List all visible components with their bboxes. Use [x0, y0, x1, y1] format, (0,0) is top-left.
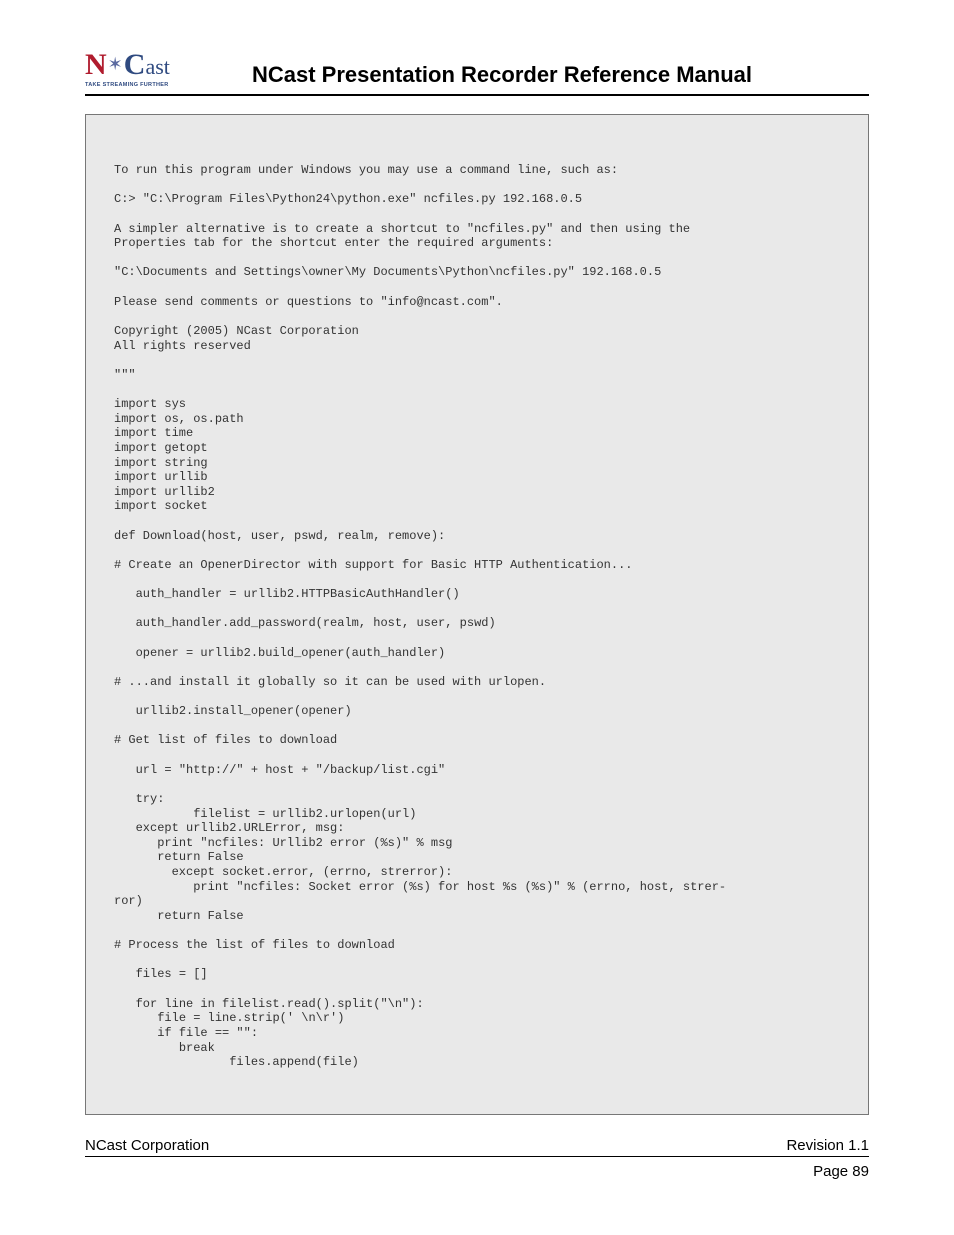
footer-revision: Revision 1.1: [786, 1137, 869, 1154]
logo-letters-ast: ast: [145, 56, 169, 78]
page-title: NCast Presentation Recorder Reference Ma…: [175, 62, 869, 88]
ncast-logo: N ✶ C ast TAKE STREAMING FURTHER: [85, 50, 175, 88]
page-header: N ✶ C ast TAKE STREAMING FURTHER NCast P…: [85, 50, 869, 96]
logo-letter-n: N: [85, 50, 107, 80]
footer-company: NCast Corporation: [85, 1137, 209, 1154]
logo-letter-c: C: [124, 50, 146, 80]
document-page: N ✶ C ast TAKE STREAMING FURTHER NCast P…: [0, 0, 954, 1210]
footer-page-number: Page 89: [85, 1163, 869, 1180]
logo-tagline: TAKE STREAMING FURTHER: [85, 82, 175, 88]
page-footer: NCast Corporation Revision 1.1 Page 89: [85, 1137, 869, 1180]
logo-star-icon: ✶: [108, 55, 123, 73]
logo-wordmark: N ✶ C ast: [85, 50, 175, 80]
code-listing: To run this program under Windows you ma…: [85, 114, 869, 1115]
footer-line: NCast Corporation Revision 1.1: [85, 1137, 869, 1157]
